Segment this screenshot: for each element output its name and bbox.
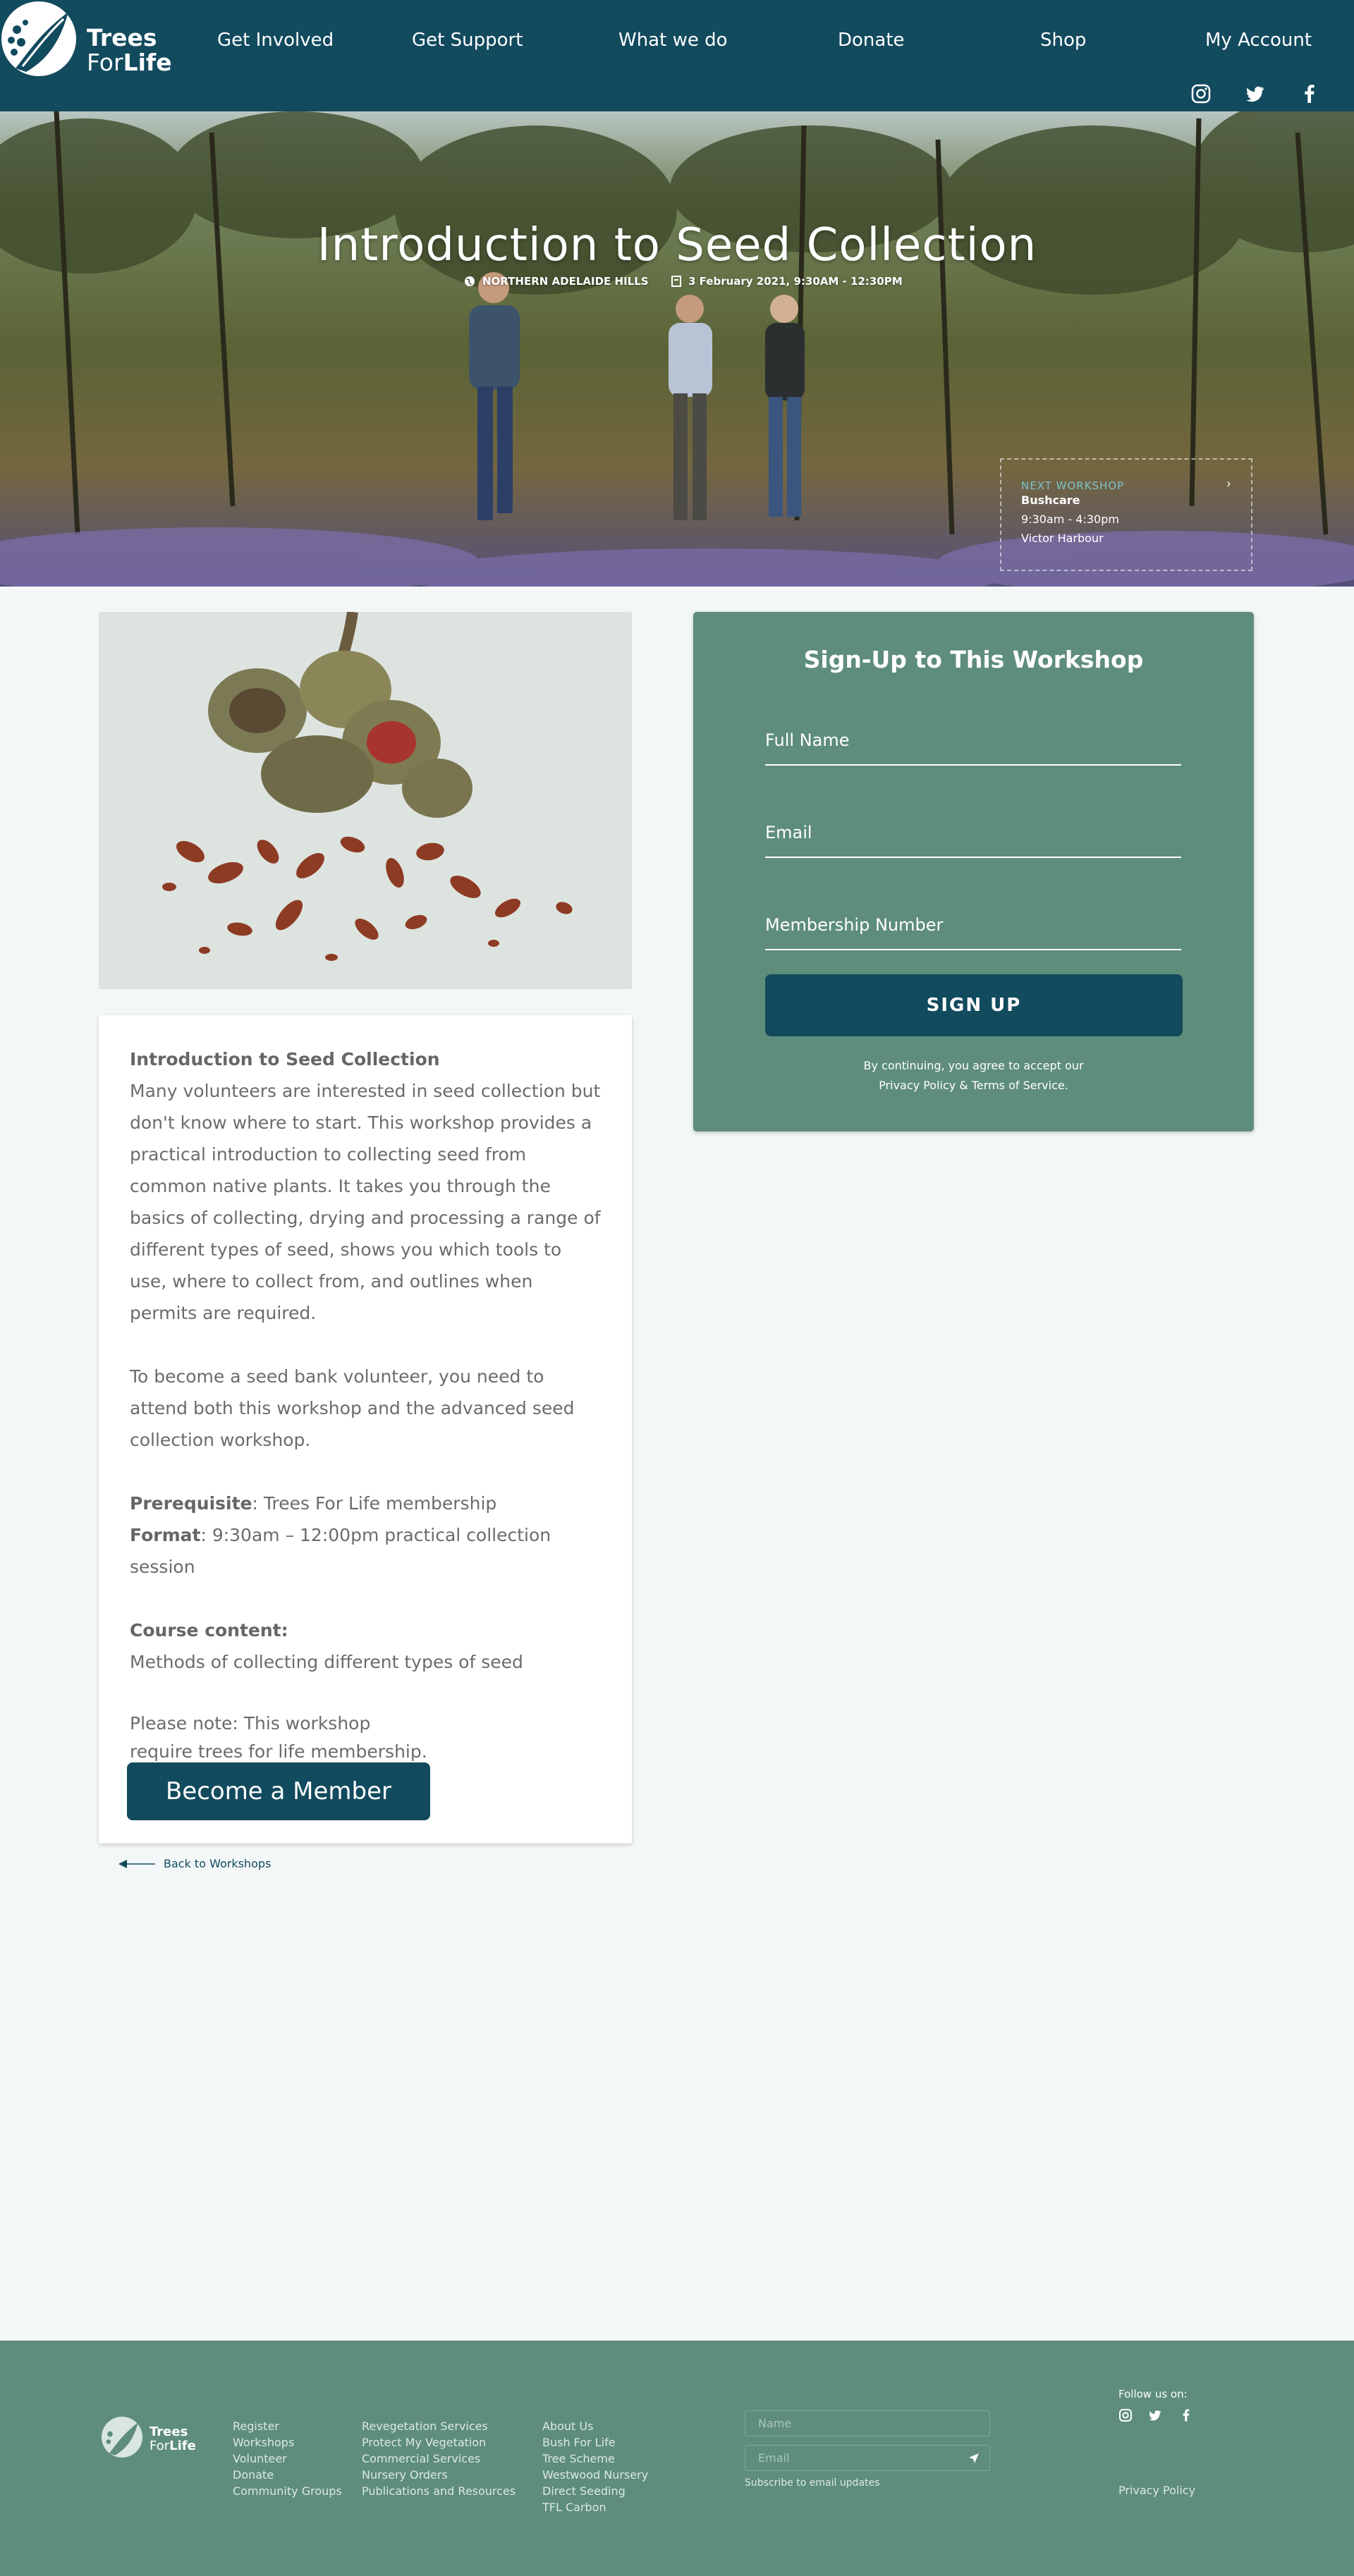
hero-location-text: NORTHERN ADELAIDE HILLS bbox=[482, 275, 649, 288]
footer-logo-line2a: For bbox=[150, 2439, 170, 2453]
footer-link-tree-scheme[interactable]: Tree Scheme bbox=[542, 2451, 648, 2467]
footer-link-bush-for-life[interactable]: Bush For Life bbox=[542, 2434, 648, 2451]
footer-link-volunteer[interactable]: Volunteer bbox=[233, 2451, 342, 2467]
footer-links-col2: Revegetation Services Protect My Vegetat… bbox=[362, 2418, 516, 2499]
membership-number-field[interactable]: Membership Number bbox=[765, 908, 1181, 950]
footer-twitter-icon[interactable] bbox=[1148, 2408, 1162, 2422]
subscribe-text: Subscribe to email updates bbox=[745, 2477, 880, 2489]
footer-email-placeholder: Email bbox=[758, 2451, 790, 2465]
chevron-right-icon[interactable]: › bbox=[1226, 477, 1231, 491]
membership-note-line-1: Please note: This workshop bbox=[130, 1713, 371, 1734]
footer-link-protect-vegetation[interactable]: Protect My Vegetation bbox=[362, 2434, 516, 2451]
site-logo[interactable]: Trees ForLife bbox=[0, 0, 176, 81]
footer-link-donate[interactable]: Donate bbox=[233, 2467, 342, 2483]
footer-link-tfl-carbon[interactable]: TFL Carbon bbox=[542, 2499, 648, 2515]
next-workshop-name: Bushcare bbox=[1021, 493, 1080, 507]
footer-link-direct-seeding[interactable]: Direct Seeding bbox=[542, 2483, 648, 2499]
footer-facebook-icon[interactable] bbox=[1179, 2408, 1193, 2422]
nav-get-support[interactable]: Get Support bbox=[412, 30, 523, 51]
become-member-button[interactable]: Become a Member bbox=[127, 1762, 430, 1820]
footer-link-about-us[interactable]: About Us bbox=[542, 2418, 648, 2434]
footer-link-publications[interactable]: Publications and Resources bbox=[362, 2483, 516, 2499]
nav-my-account[interactable]: My Account bbox=[1205, 30, 1312, 51]
tree-logo-icon bbox=[1, 1, 76, 76]
description-para-2: To become a seed bank volunteer, you nee… bbox=[130, 1366, 575, 1450]
footer-tree-logo-icon bbox=[102, 2417, 142, 2458]
logo-line1: Trees bbox=[87, 24, 157, 51]
workshop-description-card: Introduction to Seed Collection Many vol… bbox=[99, 1015, 632, 1844]
course-content-label: Course content: bbox=[130, 1620, 288, 1640]
site-footer: Trees ForLife Register Workshops Volunte… bbox=[0, 2341, 1354, 2576]
follow-us-label: Follow us on: bbox=[1118, 2388, 1188, 2400]
footer-link-community-groups[interactable]: Community Groups bbox=[233, 2483, 342, 2499]
footer-link-revegetation[interactable]: Revegetation Services bbox=[362, 2418, 516, 2434]
logo-line2b: Life bbox=[123, 49, 172, 76]
signup-form: Sign-Up to This Workshop Full Name Email… bbox=[693, 612, 1254, 1131]
top-nav: Trees ForLife Get Involved Get Support W… bbox=[0, 0, 1354, 111]
prereq-value: : Trees For Life membership bbox=[252, 1493, 497, 1514]
next-workshop-time: 9:30am - 4:30pm bbox=[1021, 513, 1119, 526]
membership-note-line-2: require trees for life membership. bbox=[130, 1741, 427, 1762]
globe-icon bbox=[465, 276, 475, 286]
next-workshop-label: NEXT WORKSHOP bbox=[1021, 479, 1125, 492]
instagram-icon[interactable] bbox=[1190, 83, 1212, 104]
seed-photo bbox=[99, 612, 632, 989]
nav-shop[interactable]: Shop bbox=[1040, 30, 1086, 51]
email-field[interactable]: Email bbox=[765, 816, 1181, 858]
footer-link-register[interactable]: Register bbox=[233, 2418, 342, 2434]
calendar-icon bbox=[671, 276, 681, 287]
footer-links-col1: Register Workshops Volunteer Donate Comm… bbox=[233, 2418, 342, 2499]
terms-line-2[interactable]: Privacy Policy & Terms of Service. bbox=[693, 1076, 1254, 1096]
back-to-workshops-text: Back to Workshops bbox=[164, 1857, 272, 1870]
full-name-field[interactable]: Full Name bbox=[765, 723, 1181, 766]
sign-up-button[interactable]: SIGN UP bbox=[765, 974, 1183, 1036]
format-label: Format bbox=[130, 1525, 201, 1545]
next-workshop-card[interactable]: NEXT WORKSHOP Bushcare 9:30am - 4:30pm V… bbox=[1000, 458, 1252, 571]
hero-banner: Introduction to Seed Collection NORTHERN… bbox=[0, 111, 1354, 587]
footer-name-input[interactable]: Name bbox=[745, 2410, 990, 2436]
hero-location: NORTHERN ADELAIDE HILLS bbox=[464, 275, 649, 288]
back-to-workshops-link[interactable]: Back to Workshops bbox=[118, 1857, 271, 1870]
footer-link-nursery-orders[interactable]: Nursery Orders bbox=[362, 2467, 516, 2483]
footer-link-westwood-nursery[interactable]: Westwood Nursery bbox=[542, 2467, 648, 2483]
footer-email-input[interactable]: Email bbox=[745, 2445, 990, 2471]
next-workshop-place: Victor Harbour bbox=[1021, 532, 1104, 545]
footer-link-commercial[interactable]: Commercial Services bbox=[362, 2451, 516, 2467]
send-icon[interactable] bbox=[968, 2453, 980, 2464]
prereq-label: Prerequisite bbox=[130, 1493, 252, 1514]
footer-privacy-link[interactable]: Privacy Policy bbox=[1118, 2484, 1195, 2497]
footer-links-col3: About Us Bush For Life Tree Scheme Westw… bbox=[542, 2418, 648, 2515]
nav-get-involved[interactable]: Get Involved bbox=[217, 30, 334, 51]
hero-datetime-text: 3 February 2021, 9:30AM - 12:30PM bbox=[688, 275, 903, 288]
footer-link-workshops[interactable]: Workshops bbox=[233, 2434, 342, 2451]
footer-instagram-icon[interactable] bbox=[1118, 2408, 1133, 2422]
footer-logo[interactable]: Trees ForLife bbox=[102, 2417, 204, 2460]
footer-logo-line1: Trees bbox=[150, 2424, 188, 2439]
twitter-icon[interactable] bbox=[1245, 83, 1266, 104]
arrow-left-icon bbox=[118, 1859, 155, 1868]
description-para-1: Many volunteers are interested in seed c… bbox=[130, 1081, 601, 1323]
logo-line2a: For bbox=[87, 49, 123, 76]
description-title: Introduction to Seed Collection bbox=[130, 1049, 440, 1069]
hero-title: Introduction to Seed Collection bbox=[317, 219, 1037, 271]
hero-datetime: 3 February 2021, 9:30AM - 12:30PM bbox=[671, 275, 903, 288]
facebook-icon[interactable] bbox=[1299, 83, 1320, 104]
nav-what-we-do[interactable]: What we do bbox=[618, 30, 728, 51]
footer-logo-line2b: Life bbox=[169, 2439, 196, 2453]
course-content-value: Methods of collecting different types of… bbox=[130, 1652, 523, 1672]
nav-donate[interactable]: Donate bbox=[838, 30, 905, 51]
signup-title: Sign-Up to This Workshop bbox=[803, 646, 1144, 673]
terms-line-1: By continuing, you agree to accept our bbox=[863, 1059, 1084, 1072]
